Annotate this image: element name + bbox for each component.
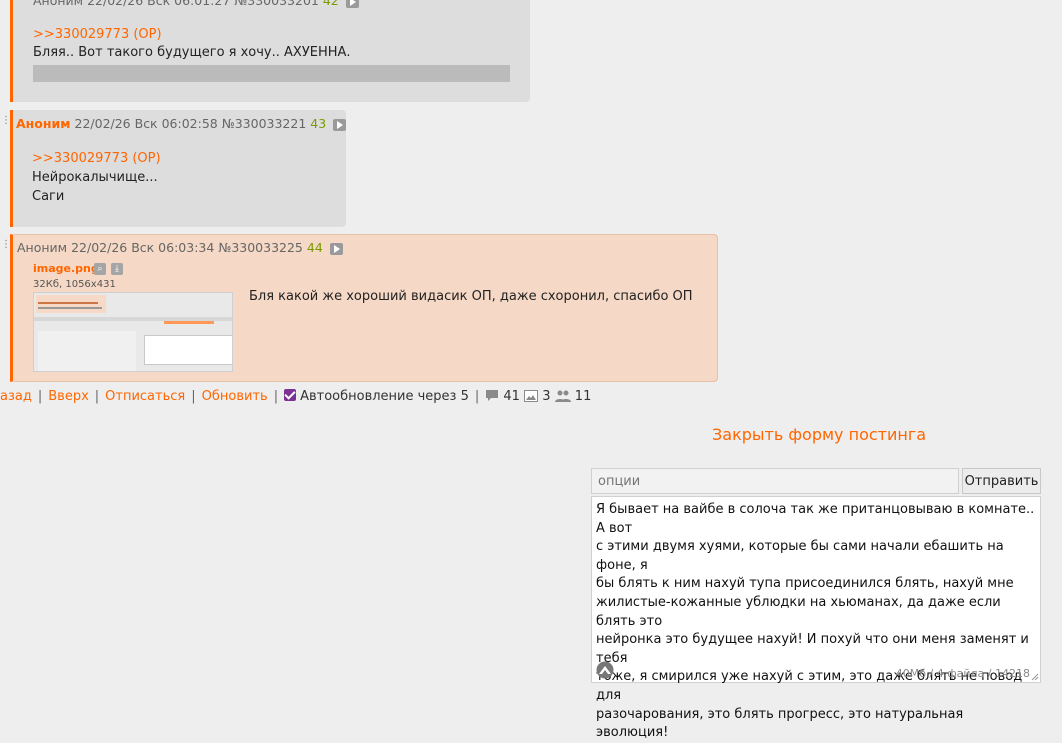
download-icon[interactable]: ⤓ xyxy=(111,263,123,275)
message-text[interactable]: Я бывает на вайбе в солоча так же притан… xyxy=(596,501,1036,743)
post-datetime: 22/02/26 Вск 06:03:34 xyxy=(71,240,215,255)
reply-link-op[interactable]: >>330029773 (OP) xyxy=(32,151,161,166)
resize-handle-icon[interactable] xyxy=(1031,673,1039,681)
post-header: Аноним 22/02/26 Вск 06:02:58 №330033221 … xyxy=(16,116,347,131)
message-textarea[interactable]: Я бывает на вайбе в солоча так же притан… xyxy=(591,496,1041,740)
post-header: Аноним 22/02/26 Вск 06:01:27 №330033201 … xyxy=(33,0,359,8)
play-icon[interactable] xyxy=(333,118,347,131)
post-text: Бляя.. Вот такого будущего я хочу.. АХУЕ… xyxy=(33,45,351,60)
reply-count: 42 xyxy=(322,0,339,8)
upload-limit-counter: 40Мб / 4 файла / 14218 xyxy=(895,667,1030,680)
autoupdate-checkbox[interactable] xyxy=(284,389,297,401)
users-icon xyxy=(554,390,571,402)
post-text-line: Саги xyxy=(32,189,65,204)
unsubscribe-link[interactable]: Отписаться xyxy=(105,389,185,404)
post-header: Аноним 22/02/26 Вск 06:03:34 №330033225 … xyxy=(17,240,343,255)
refresh-link[interactable]: Обновить xyxy=(202,389,268,404)
options-input[interactable] xyxy=(591,468,959,494)
image-icon xyxy=(524,390,539,402)
post-header-text: Аноним 22/02/26 Вск 06:01:27 №330033201 xyxy=(33,0,319,8)
file-meta: 32Кб, 1056x431 xyxy=(33,279,116,290)
send-button[interactable]: Отправить xyxy=(962,468,1041,494)
play-icon[interactable] xyxy=(345,0,359,8)
comments-icon xyxy=(486,390,499,401)
thread-nav: азад | Вверх | Отписаться | Обновить | Автообнов… xyxy=(0,389,592,404)
reply-link-op[interactable]: >>330029773 (OP) xyxy=(33,27,162,42)
users-count: 11 xyxy=(574,389,592,404)
reply-count[interactable]: 44 xyxy=(307,240,323,255)
reply-count[interactable]: 43 xyxy=(310,116,326,131)
posts-count: 41 xyxy=(503,389,520,404)
post-text: Бля какой же хороший видасик ОП, даже сх… xyxy=(249,289,693,304)
post-text-line: Нейрокалычище... xyxy=(32,170,158,185)
autoupdate-label: Автообновление через 5 xyxy=(300,389,469,404)
file-link[interactable]: image.png xyxy=(33,262,99,275)
play-icon[interactable] xyxy=(329,242,343,255)
spoiler-bar[interactable] xyxy=(33,65,510,82)
images-count: 3 xyxy=(542,389,551,404)
post-datetime: 22/02/26 Вск 06:02:58 xyxy=(74,116,218,131)
post-number[interactable]: №330033221 xyxy=(222,116,307,131)
logo-icon xyxy=(596,661,614,679)
post-number[interactable]: №330033225 xyxy=(218,240,303,255)
top-link[interactable]: Вверх xyxy=(48,389,89,404)
close-posting-form-link[interactable]: Закрыть форму постинга xyxy=(712,425,926,444)
poster-name[interactable]: Аноним xyxy=(17,240,67,255)
image-thumbnail[interactable] xyxy=(33,292,233,372)
poster-name[interactable]: Аноним xyxy=(16,116,71,131)
back-link[interactable]: азад xyxy=(0,389,32,404)
search-icon[interactable]: ⌕ xyxy=(94,263,106,275)
